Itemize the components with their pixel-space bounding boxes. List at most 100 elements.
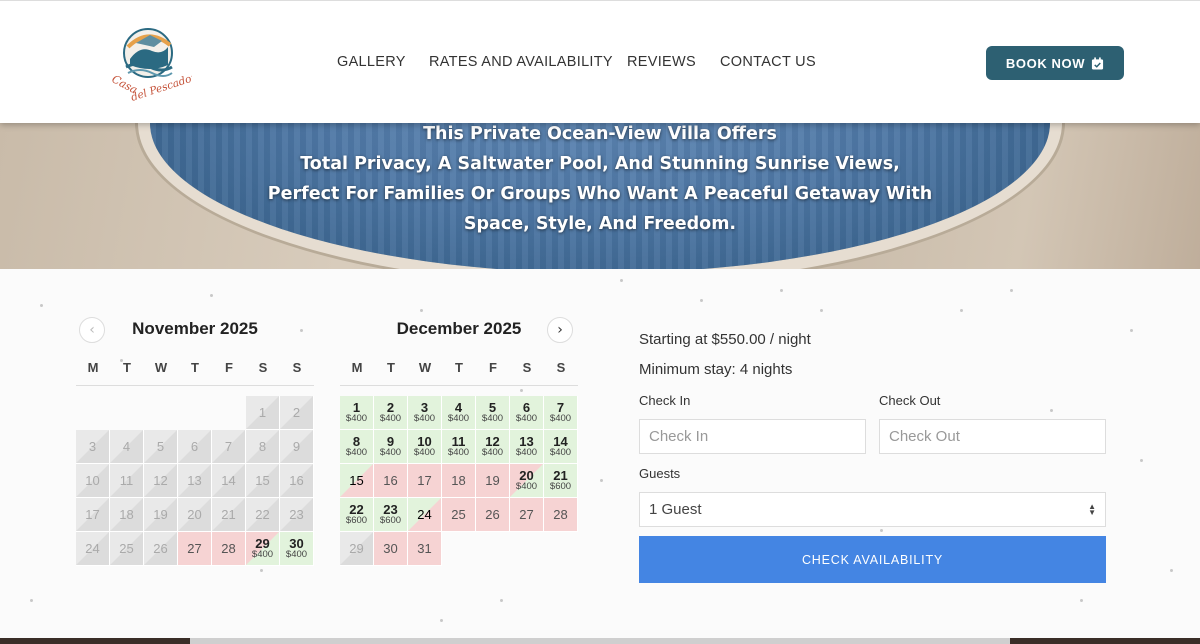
check-out-field[interactable]: Check Out xyxy=(879,419,1106,454)
day-number: 28 xyxy=(553,507,568,522)
calendar-day-4[interactable]: 4 $400 xyxy=(442,396,476,430)
nav-contact-us[interactable]: CONTACT US xyxy=(720,54,816,70)
calendar-day-8[interactable]: 8 $400 xyxy=(340,430,374,464)
check-in-field[interactable]: Check In xyxy=(639,419,866,454)
day-price: $400 xyxy=(447,447,470,458)
nav-rates-and-availability[interactable]: RATES AND AVAILABILITY xyxy=(429,54,613,70)
day-price: $600 xyxy=(379,515,402,526)
weekday-label: T xyxy=(123,360,131,375)
calendar-day-27[interactable]: 27 xyxy=(510,498,544,532)
calendar-day-26[interactable]: 26 xyxy=(476,498,510,532)
book-now-button[interactable]: BOOK NOW xyxy=(986,46,1124,80)
calendar-day-3[interactable]: 3 $400 xyxy=(408,396,442,430)
calendar-day-20: 20 xyxy=(178,498,212,532)
day-number: 27 xyxy=(187,541,202,556)
calendar-day-2: 2 xyxy=(280,396,314,430)
day-price: $400 xyxy=(515,447,538,458)
calendar-day-25[interactable]: 25 xyxy=(442,498,476,532)
calendar-day-27[interactable]: 27 xyxy=(178,532,212,566)
nav-reviews[interactable]: REVIEWS xyxy=(627,54,696,70)
calendar-month-title: November 2025 xyxy=(132,319,258,338)
calendar-day-12[interactable]: 12 $400 xyxy=(476,430,510,464)
nav-gallery[interactable]: GALLERY xyxy=(337,54,406,70)
calendar-day-9[interactable]: 9 $400 xyxy=(374,430,408,464)
casa-del-pescador-logo[interactable]: Casa del Pescador xyxy=(110,25,199,104)
guests-value: 1 Guest xyxy=(649,501,702,518)
site-header: Casa del Pescador GALLERY RATES AND AVAI… xyxy=(0,0,1200,123)
day-number: 5 xyxy=(156,439,165,454)
calendar-day-16[interactable]: 16 xyxy=(374,464,408,498)
calendar-check-icon xyxy=(1092,56,1104,70)
day-price: $400 xyxy=(251,549,274,560)
day-number: 29 xyxy=(349,541,364,556)
day-number: 15 xyxy=(349,473,364,488)
hero-line: This Private Ocean-View Villa Offers xyxy=(423,124,777,144)
calendar-day-10[interactable]: 10 $400 xyxy=(408,430,442,464)
calendar-day-30[interactable]: 30 $400 xyxy=(280,532,314,566)
calendar-day-19[interactable]: 19 xyxy=(476,464,510,498)
calendar-day-17: 17 xyxy=(76,498,110,532)
hero-line: Perfect For Families Or Groups Who Want … xyxy=(267,184,933,204)
weekday-label: W xyxy=(418,360,432,375)
weekday-label: T xyxy=(191,360,199,375)
calendar-day-28[interactable]: 28 xyxy=(544,498,578,532)
chevron-right-icon[interactable]: › xyxy=(547,317,573,343)
calendar-day-28[interactable]: 28 xyxy=(212,532,246,566)
day-number: 9 xyxy=(292,439,301,454)
calendar-day-21[interactable]: 21 $600 xyxy=(544,464,578,498)
calendar-day-11[interactable]: 11 $400 xyxy=(442,430,476,464)
weekday-label: F xyxy=(489,360,497,375)
day-number: 20 xyxy=(187,507,202,522)
calendar-day-13[interactable]: 13 $400 xyxy=(510,430,544,464)
day-number: 16 xyxy=(289,473,304,488)
day-number: 28 xyxy=(221,541,236,556)
day-number: 25 xyxy=(451,507,466,522)
calendar-day-7[interactable]: 7 $400 xyxy=(544,396,578,430)
day-price: $400 xyxy=(285,549,308,560)
calendar-day-5[interactable]: 5 $400 xyxy=(476,396,510,430)
calendar-day-22[interactable]: 22 $600 xyxy=(340,498,374,532)
guests-select[interactable]: 1 Guest ▲ ▼ xyxy=(639,492,1106,527)
day-price: $400 xyxy=(549,413,572,424)
day-number: 23 xyxy=(289,507,304,522)
calendar-day-23[interactable]: 23 $600 xyxy=(374,498,408,532)
day-number: 22 xyxy=(255,507,270,522)
guests-label: Guests xyxy=(639,466,681,481)
calendar-day-24[interactable]: 24 xyxy=(408,498,442,532)
day-number: 24 xyxy=(85,541,100,556)
weekday-label: S xyxy=(258,360,268,375)
day-number: 24 xyxy=(417,507,432,522)
day-price: $400 xyxy=(447,413,470,424)
day-number: 1 xyxy=(258,405,267,420)
check-availability-button[interactable]: CHECK AVAILABILITY xyxy=(639,536,1106,583)
day-price: $400 xyxy=(481,447,504,458)
calendar-day-14[interactable]: 14 $400 xyxy=(544,430,578,464)
weekday-label: F xyxy=(225,360,233,375)
calendar-day-31[interactable]: 31 xyxy=(408,532,442,566)
calendar-day-17[interactable]: 17 xyxy=(408,464,442,498)
day-number: 18 xyxy=(119,507,134,522)
day-price: $400 xyxy=(379,447,402,458)
calendar-day-3: 3 xyxy=(76,430,110,464)
day-number: 31 xyxy=(417,541,432,556)
starting-price: Starting at $550.00 / night xyxy=(639,331,811,348)
calendar-day-29: 29 xyxy=(340,532,374,566)
hero-line: Total Privacy, A Saltwater Pool, And Stu… xyxy=(300,154,900,174)
calendar-month-title: December 2025 xyxy=(396,319,522,338)
calendar-day-16: 16 xyxy=(280,464,314,498)
calendar-day-15[interactable]: 15 xyxy=(340,464,374,498)
select-arrows-icon: ▲ ▼ xyxy=(1088,501,1096,517)
calendar-day-20[interactable]: 20 $400 xyxy=(510,464,544,498)
day-number: 16 xyxy=(383,473,398,488)
calendar-day-29[interactable]: 29 $400 xyxy=(246,532,280,566)
day-number: 19 xyxy=(485,473,500,488)
minimum-stay: Minimum stay: 4 nights xyxy=(639,361,793,378)
calendar-day-30[interactable]: 30 xyxy=(374,532,408,566)
calendar-day-6[interactable]: 6 $400 xyxy=(510,396,544,430)
calendar-day-14: 14 xyxy=(212,464,246,498)
calendar-day-2[interactable]: 2 $400 xyxy=(374,396,408,430)
calendar-day-18[interactable]: 18 xyxy=(442,464,476,498)
day-number: 8 xyxy=(258,439,267,454)
calendar-day-1[interactable]: 1 $400 xyxy=(340,396,374,430)
calendar-day-12: 12 xyxy=(144,464,178,498)
